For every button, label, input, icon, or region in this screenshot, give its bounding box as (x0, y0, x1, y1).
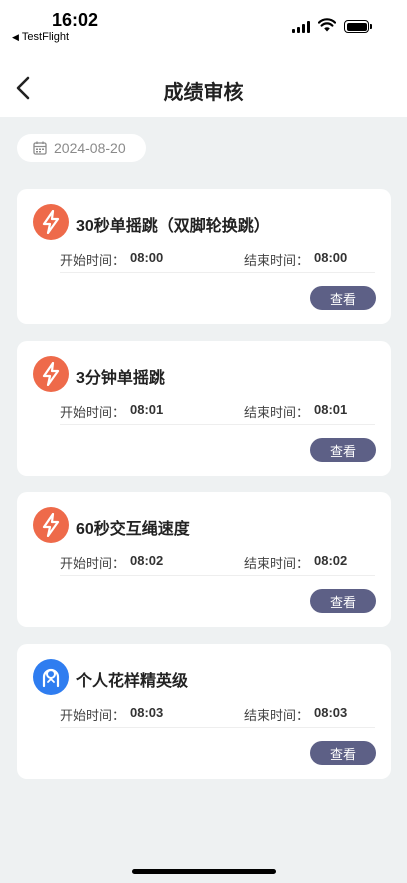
start-time-value: 08:00 (130, 250, 164, 265)
view-button[interactable]: 查看 (310, 589, 376, 613)
start-time-value: 08:01 (130, 402, 164, 417)
start-time-value: 08:02 (130, 553, 164, 568)
record-title: 个人花样精英级 (76, 673, 189, 690)
end-time-label: 结束时间： (244, 253, 310, 268)
end-time-value: 08:00 (314, 250, 348, 265)
lightning-icon (33, 356, 69, 392)
end-time-label: 结束时间： (244, 405, 310, 420)
record-title: 3分钟单摇跳 (76, 370, 165, 387)
start-time-value: 08:03 (130, 705, 164, 720)
back-to-app-link[interactable]: ◀ TestFlight (12, 31, 69, 43)
view-button[interactable]: 查看 (310, 438, 376, 462)
lightning-icon (33, 507, 69, 543)
start-time-label: 开始时间： (60, 253, 126, 268)
end-time-label: 结束时间： (244, 556, 310, 571)
page-title: 成绩审核 (163, 82, 244, 104)
date-filter-chip[interactable]: 2024-08-20 (17, 134, 146, 162)
start-time-label: 开始时间： (60, 556, 126, 571)
end-time-value: 08:02 (314, 553, 348, 568)
headset-person-icon (33, 659, 69, 695)
signal-icon (292, 21, 310, 33)
record-card: 60秒交互绳速度 开始时间： 08:02 结束时间： 08:02 查看 (17, 492, 391, 627)
record-title: 60秒交互绳速度 (76, 521, 190, 538)
end-time-value: 08:01 (314, 402, 348, 417)
top-bar: 16:02 ◀ TestFlight 成绩审核 (0, 0, 407, 117)
wifi-icon (318, 18, 336, 32)
divider (60, 727, 375, 728)
back-app-label: TestFlight (21, 31, 69, 43)
battery-icon (344, 20, 372, 33)
divider (60, 575, 375, 576)
date-value: 2024-08-20 (54, 140, 126, 156)
end-time-label: 结束时间： (244, 708, 310, 723)
start-time-label: 开始时间： (60, 405, 126, 420)
home-indicator[interactable] (132, 869, 276, 874)
lightning-icon (33, 204, 69, 240)
end-time-value: 08:03 (314, 705, 348, 720)
calendar-icon (33, 141, 47, 155)
record-card: 3分钟单摇跳 开始时间： 08:01 结束时间： 08:01 查看 (17, 341, 391, 476)
view-button[interactable]: 查看 (310, 286, 376, 310)
record-title: 30秒单摇跳（双脚轮换跳） (76, 218, 270, 235)
divider (60, 424, 375, 425)
record-card: 个人花样精英级 开始时间： 08:03 结束时间： 08:03 查看 (17, 644, 391, 779)
divider (60, 272, 375, 273)
view-button[interactable]: 查看 (310, 741, 376, 765)
start-time-label: 开始时间： (60, 708, 126, 723)
record-card: 30秒单摇跳（双脚轮换跳） 开始时间： 08:00 结束时间： 08:00 查看 (17, 189, 391, 324)
back-triangle-icon: ◀ (12, 31, 19, 42)
status-time: 16:02 (52, 10, 99, 30)
